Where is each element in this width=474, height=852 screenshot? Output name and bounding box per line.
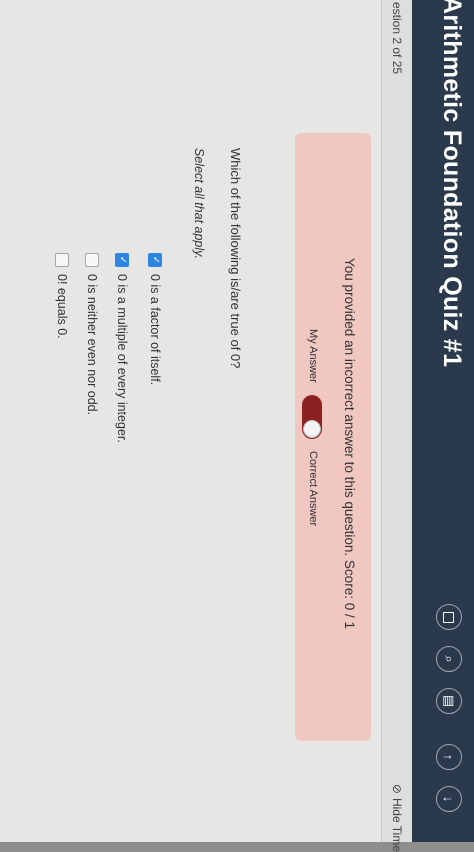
answer-option[interactable]: ✓ 0 is a multiple of every integer.: [113, 253, 131, 443]
answer-option[interactable]: ✓ 0 is a factor of itself.: [146, 253, 164, 385]
search-icon: ⌕: [442, 655, 457, 663]
my-answer-label: My Answer: [307, 329, 319, 383]
square-icon: [443, 611, 455, 623]
correct-answer-label: Correct Answer: [307, 451, 319, 527]
next-question-button[interactable]: ↓: [436, 786, 462, 812]
arrow-down-icon: ↓: [441, 795, 457, 803]
eye-slash-icon: ⊘: [390, 783, 404, 794]
question-counter: estion 2 of 25: [390, 2, 404, 75]
checkbox[interactable]: ✓: [55, 253, 69, 267]
checkbox[interactable]: ✓: [148, 253, 162, 267]
answer-option-label: 0 is a factor of itself.: [148, 274, 162, 386]
question-instruction: Select all that apply.: [192, 148, 206, 259]
quiz-screen: Arithmetic Foundation Quiz #1 ⌕ ▤ ↑ ↓ es…: [0, 0, 474, 852]
checkbox[interactable]: ✓: [85, 253, 99, 267]
checkmark-icon: ✓: [150, 255, 161, 265]
arrow-up-icon: ↑: [441, 753, 457, 761]
app-header: Arithmetic Foundation Quiz #1 ⌕ ▤ ↑ ↓: [412, 0, 474, 842]
toggle-knob[interactable]: [303, 420, 321, 438]
square-button[interactable]: [436, 604, 462, 630]
answer-option[interactable]: ✓ 0! equals 0.: [53, 253, 71, 339]
answer-toggle[interactable]: [302, 395, 322, 439]
checkbox[interactable]: ✓: [115, 253, 129, 267]
incorrect-answer-banner: You provided an incorrect answer to this…: [295, 133, 371, 741]
answer-option-label: 0 is a multiple of every integer.: [115, 274, 129, 443]
feedback-message: You provided an incorrect answer to this…: [342, 258, 357, 629]
checkmark-icon: ✓: [117, 255, 128, 265]
book-icon: ▤: [442, 694, 457, 708]
question-text: Which of the following is/are true of 0?: [228, 148, 243, 369]
answer-option-label: 0! equals 0.: [55, 274, 69, 339]
previous-question-button[interactable]: ↑: [436, 744, 462, 770]
book-button[interactable]: ▤: [436, 688, 462, 714]
answer-option[interactable]: ✓ 0 is neither even nor odd.: [83, 253, 101, 415]
hide-timer-label: Hide Time: [390, 797, 404, 852]
quiz-title: Arithmetic Foundation Quiz #1: [438, 0, 466, 368]
question-subbar: estion 2 of 25 ⊘ Hide Time: [381, 0, 412, 852]
search-button[interactable]: ⌕: [436, 646, 462, 672]
answer-option-label: 0 is neither even nor odd.: [85, 274, 99, 416]
